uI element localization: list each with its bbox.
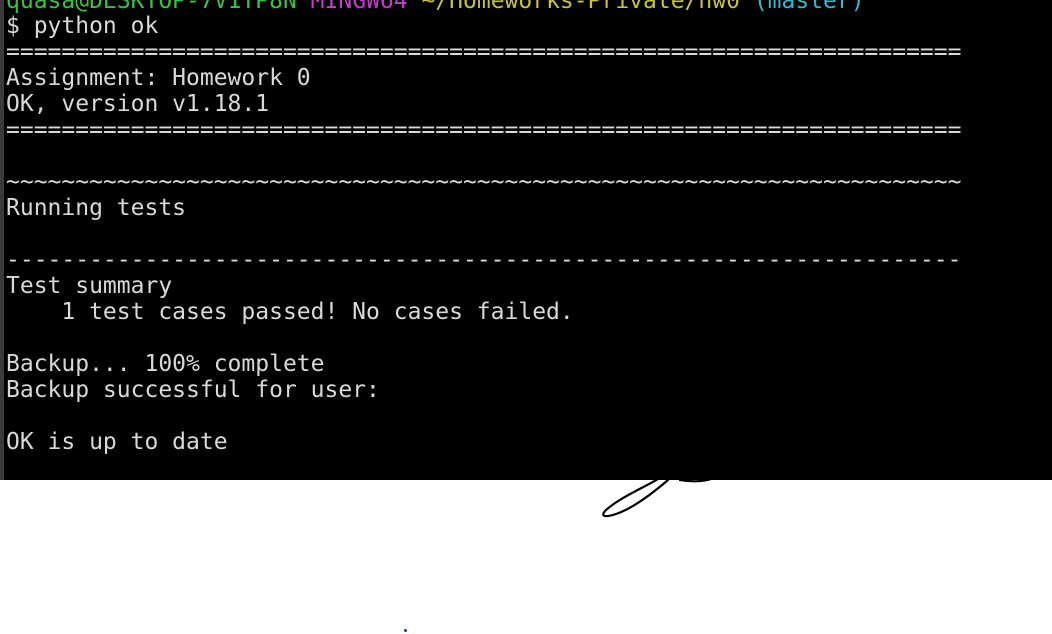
shell-prompt: quasa@DESKTOP-7V1TP8N MINGW64 ~/Homework…	[6, 0, 865, 14]
prompt-path: ~/Homeworks-Private/hw0	[421, 0, 740, 14]
backup-progress-line: Backup... 100% complete	[6, 351, 325, 377]
terminal-window[interactable]: quasa@DESKTOP-7V1TP8N MINGW64 ~/Homework…	[0, 0, 1052, 480]
redacted-username	[393, 379, 664, 399]
dash-rule: ----------------------------------------…	[6, 247, 962, 273]
running-tests-line: Running tests	[6, 195, 187, 221]
double-rule-bottom: ========================================…	[6, 117, 962, 143]
pen-doodle	[602, 470, 716, 518]
command-line: $ python ok	[6, 13, 159, 39]
prompt-user-host: quasa@DESKTOP-7V1TP8N	[6, 0, 297, 14]
stray-dot	[404, 629, 407, 632]
double-rule-top: ========================================…	[6, 39, 962, 65]
assignment-line: Assignment: Homework 0	[6, 65, 311, 91]
up-to-date-line: OK is up to date	[6, 429, 228, 455]
backup-success-label: Backup successful for user:	[6, 377, 394, 403]
test-summary-title: Test summary	[6, 273, 173, 299]
prompt-system: MINGW64	[310, 0, 408, 14]
test-summary-result: 1 test cases passed! No cases failed.	[6, 299, 574, 325]
prompt-branch: (master)	[753, 0, 865, 14]
version-line: OK, version v1.18.1	[6, 91, 270, 117]
terminal-border	[0, 0, 4, 480]
tilde-rule: ~~~~~~~~~~~~~~~~~~~~~~~~~~~~~~~~~~~~~~~~…	[6, 169, 962, 195]
backup-success-line: Backup successful for user:	[6, 377, 664, 403]
